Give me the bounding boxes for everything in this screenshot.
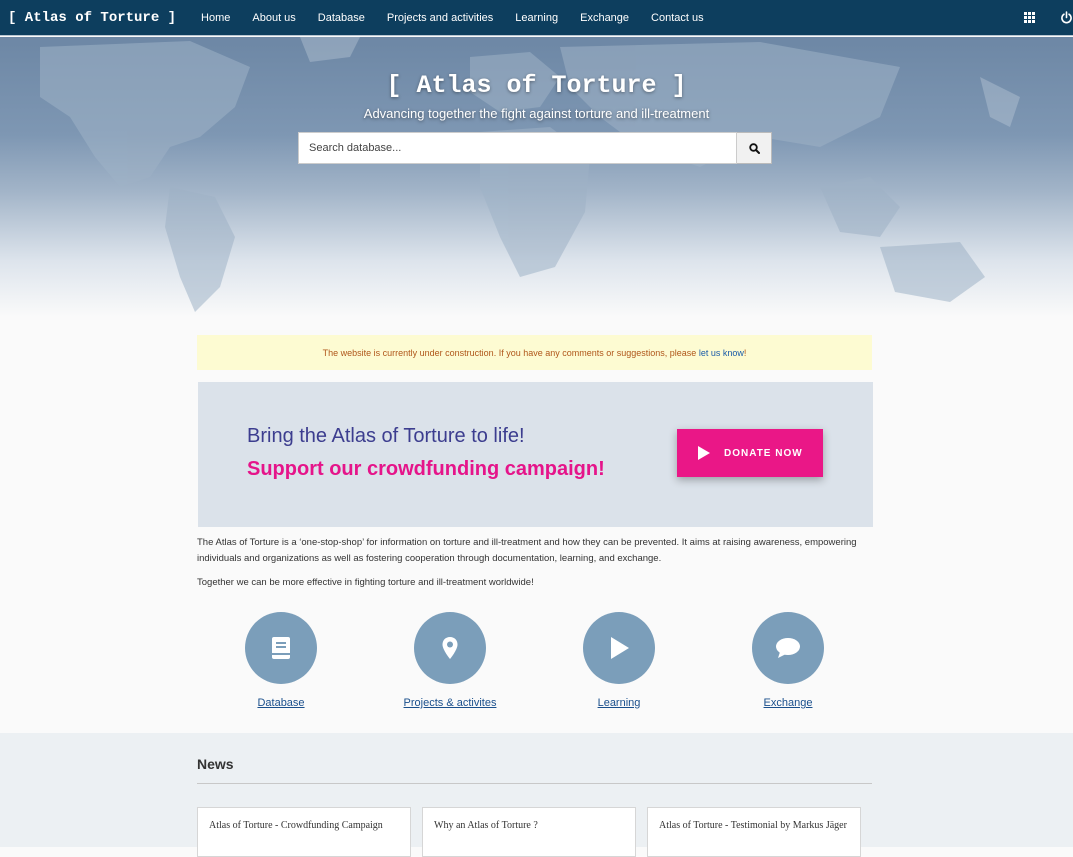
hero-subtitle: Advancing together the fight against tor… — [363, 106, 710, 121]
feature-exchange: Exchange — [718, 612, 858, 711]
search-button[interactable] — [737, 132, 772, 164]
feature-exchange-circle[interactable] — [752, 612, 824, 684]
construction-notice: The website is currently under construct… — [197, 335, 872, 370]
notice-text: The website is currently under construct… — [322, 347, 697, 358]
nav-contact-us[interactable]: Contact us — [651, 12, 704, 24]
intro-text: The Atlas of Torture is a ‘one-stop-shop… — [197, 535, 877, 599]
book-icon — [272, 637, 290, 659]
notice-suffix: ! — [743, 347, 747, 358]
nav-home[interactable]: Home — [201, 12, 230, 24]
intro-paragraph-2: Together we can be more effective in fig… — [197, 577, 534, 588]
feature-projects-link[interactable]: Projects & activites — [404, 697, 497, 709]
feature-learning-circle[interactable] — [583, 612, 655, 684]
feature-database: Database — [211, 612, 351, 711]
search-input[interactable] — [298, 132, 738, 164]
nav-projects[interactable]: Projects and activities — [387, 12, 493, 24]
map-pin-icon — [442, 637, 458, 659]
main-nav: Home About us Database Projects and acti… — [190, 12, 715, 24]
nav-learning[interactable]: Learning — [515, 12, 558, 24]
banner-headline: Bring the Atlas of Torture to life! — [247, 425, 525, 447]
top-navbar: [ Atlas of Torture ] Home About us Datab… — [0, 0, 1073, 36]
news-card-crowdfunding[interactable]: Atlas of Torture - Crowdfunding Campaign — [197, 807, 411, 857]
nav-database[interactable]: Database — [318, 12, 365, 24]
news-card-testimonial[interactable]: Atlas of Torture - Testimonial by Markus… — [647, 807, 861, 857]
news-card-why-atlas[interactable]: Why an Atlas of Torture ? — [422, 807, 636, 857]
news-card-title: Atlas of Torture - Crowdfunding Campaign — [209, 820, 383, 831]
feature-exchange-link[interactable]: Exchange — [764, 697, 813, 709]
feature-learning-link[interactable]: Learning — [598, 697, 641, 709]
crowdfunding-banner: Bring the Atlas of Torture to life! Supp… — [198, 382, 873, 527]
hero-section: [ Atlas of Torture ] Advancing together … — [0, 37, 1073, 317]
hero-title: [ Atlas of Torture ] — [386, 71, 687, 100]
news-card-title: Why an Atlas of Torture ? — [434, 820, 538, 831]
feature-learning: Learning — [549, 612, 689, 711]
let-us-know-link[interactable]: let us know — [699, 348, 744, 358]
news-divider — [197, 783, 872, 784]
nav-about-us[interactable]: About us — [252, 12, 295, 24]
grid-icon[interactable] — [1024, 12, 1035, 23]
feature-database-link[interactable]: Database — [257, 697, 304, 709]
feature-projects-circle[interactable] — [414, 612, 486, 684]
chat-bubble-icon — [776, 638, 800, 658]
news-heading: News — [197, 756, 234, 772]
news-section: News Atlas of Torture - Crowdfunding Cam… — [0, 733, 1073, 857]
donate-label: DONATE NOW — [724, 447, 803, 459]
site-brand[interactable]: [ Atlas of Torture ] — [8, 10, 176, 26]
play-icon — [698, 446, 710, 460]
banner-subheadline: Support our crowdfunding campaign! — [247, 458, 605, 480]
nav-exchange[interactable]: Exchange — [580, 12, 629, 24]
donate-now-button[interactable]: DONATE NOW — [677, 429, 823, 477]
play-icon — [611, 637, 629, 659]
power-icon[interactable] — [1060, 11, 1073, 24]
feature-projects: Projects & activites — [380, 612, 520, 711]
news-card-title: Atlas of Torture - Testimonial by Markus… — [659, 820, 847, 831]
search-icon — [748, 142, 760, 154]
intro-paragraph-1: The Atlas of Torture is a ‘one-stop-shop… — [197, 537, 857, 564]
search-bar — [298, 132, 772, 164]
feature-database-circle[interactable] — [245, 612, 317, 684]
